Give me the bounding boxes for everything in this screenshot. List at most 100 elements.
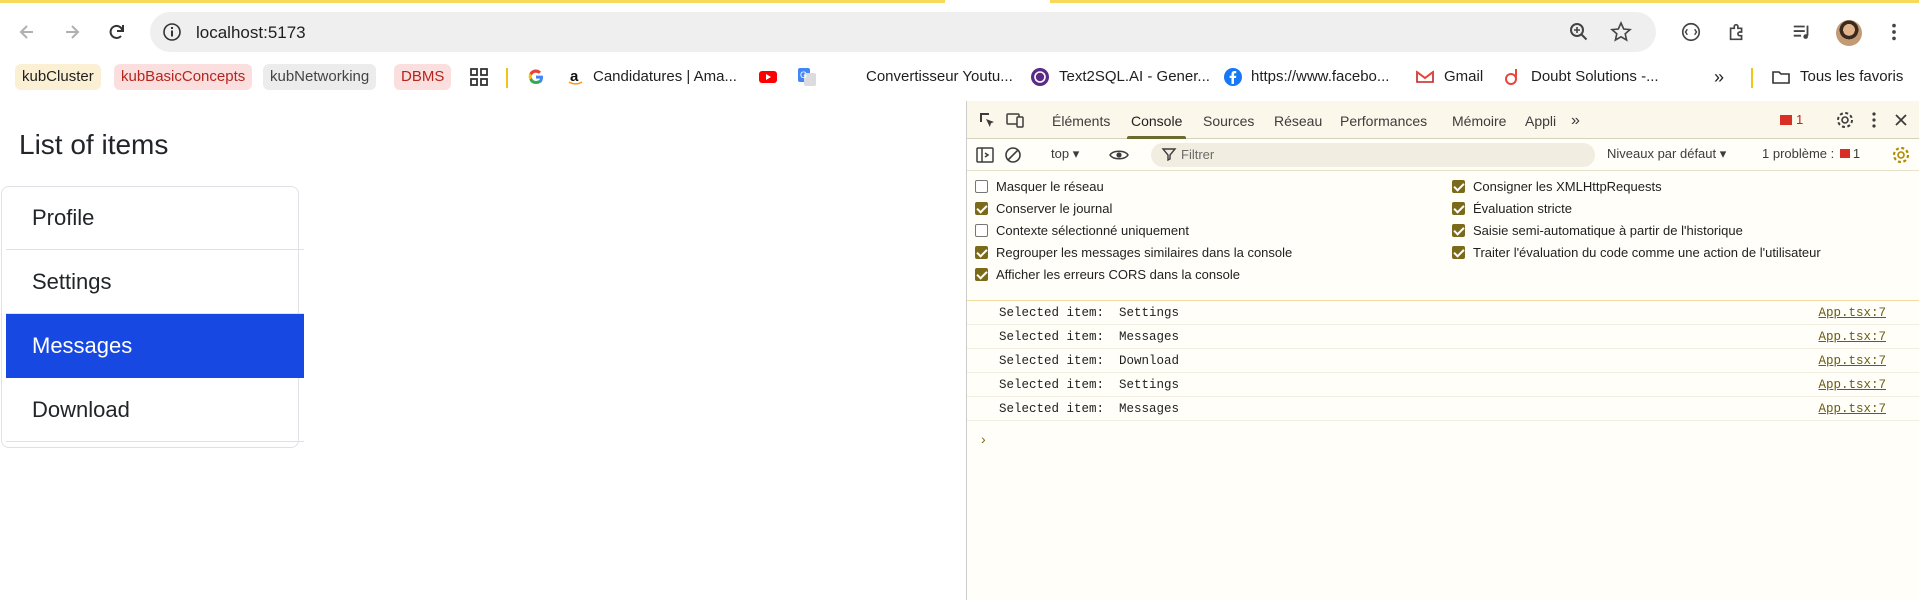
source-link[interactable]: App.tsx:7 xyxy=(1818,402,1886,416)
console-message: Selected item: Messages App.tsx:7 xyxy=(967,397,1919,421)
text2sql-icon[interactable] xyxy=(1030,67,1050,87)
option-label: Consigner les XMLHttpRequests xyxy=(1473,179,1662,194)
source-link[interactable]: App.tsx:7 xyxy=(1818,354,1886,368)
device-toolbar-icon[interactable] xyxy=(1005,110,1025,130)
source-link[interactable]: App.tsx:7 xyxy=(1818,330,1886,344)
live-expression-eye-icon[interactable] xyxy=(1109,145,1129,165)
media-control-icon[interactable] xyxy=(1790,20,1814,44)
tab-application[interactable]: Appli xyxy=(1525,101,1556,139)
console-message-text: Selected item: Download xyxy=(999,354,1180,368)
bookmark-gmail[interactable]: Gmail xyxy=(1444,64,1483,90)
google-icon[interactable] xyxy=(526,67,546,87)
inspect-element-icon[interactable] xyxy=(977,110,997,130)
page-content: List of items Profile Settings Messages … xyxy=(0,95,966,600)
console-log: Selected item: Settings App.tsx:7 Selecte… xyxy=(967,301,1919,447)
tab-console[interactable]: Console xyxy=(1126,101,1187,139)
source-link[interactable]: App.tsx:7 xyxy=(1818,306,1886,320)
list-item-download[interactable]: Download xyxy=(6,378,304,442)
bookmark-dbms[interactable]: DBMS xyxy=(394,64,452,90)
bookmark-candidatures[interactable]: Candidatures | Ama... xyxy=(593,64,737,90)
tab-memory[interactable]: Mémoire xyxy=(1452,101,1506,139)
apps-grid-icon[interactable] xyxy=(469,67,489,87)
bookmark-kubbasicconcepts[interactable]: kubBasicConcepts xyxy=(114,64,253,90)
problems-indicator[interactable]: 1 problème : 1 xyxy=(1762,146,1860,161)
checkbox[interactable] xyxy=(1452,224,1465,237)
doubt-solutions-icon[interactable] xyxy=(1503,67,1523,87)
issues-badge[interactable]: 1 xyxy=(1780,112,1803,127)
checkbox[interactable] xyxy=(975,246,988,259)
facebook-icon[interactable] xyxy=(1223,67,1243,87)
extension-icon[interactable] xyxy=(1679,20,1703,44)
bookmark-kubnetworking[interactable]: kubNetworking xyxy=(263,64,377,90)
option-label: Traiter l'évaluation du code comme une a… xyxy=(1473,245,1821,260)
sidebar-toggle-icon[interactable] xyxy=(975,145,995,165)
log-levels-dropdown[interactable]: Niveaux par défaut ▾ xyxy=(1607,146,1726,162)
more-tabs-icon[interactable]: » xyxy=(1571,101,1580,139)
console-filter-input[interactable]: Filtrer xyxy=(1151,143,1595,167)
forward-icon[interactable] xyxy=(57,17,87,47)
site-info-icon[interactable] xyxy=(160,20,184,44)
youtube-icon[interactable] xyxy=(758,67,778,87)
issues-count: 1 xyxy=(1796,112,1804,127)
tab-performance[interactable]: Performances xyxy=(1340,101,1427,139)
list-item-messages[interactable]: Messages xyxy=(6,314,304,378)
bookmark-facebook[interactable]: https://www.facebo... xyxy=(1251,64,1389,90)
context-value: top xyxy=(1051,146,1070,161)
puzzle-icon[interactable] xyxy=(1725,20,1749,44)
profile-avatar[interactable] xyxy=(1836,20,1862,46)
tab-elements[interactable]: Éléments xyxy=(1052,101,1110,139)
gmail-icon[interactable] xyxy=(1415,67,1435,87)
close-devtools-icon[interactable] xyxy=(1891,110,1911,130)
zoom-icon[interactable] xyxy=(1568,21,1590,43)
bookmark-convertisseur[interactable]: Convertisseur Youtu... xyxy=(866,64,1013,90)
option-label: Regrouper les messages similaires dans l… xyxy=(996,245,1293,260)
folder-icon[interactable] xyxy=(1771,67,1791,87)
google-translate-icon[interactable]: G xyxy=(797,67,817,87)
option-label: Masquer le réseau xyxy=(996,179,1104,194)
checkbox[interactable] xyxy=(975,202,988,215)
list-item-profile[interactable]: Profile xyxy=(6,186,304,250)
console-filter-bar: top ▾ Filtrer Niveaux par défaut ▾ 1 pro… xyxy=(967,139,1919,171)
checkbox[interactable] xyxy=(1452,246,1465,259)
checkbox[interactable] xyxy=(975,268,988,281)
checkbox[interactable] xyxy=(1452,180,1465,193)
bookmarks-bar: kubCluster kubBasicConcepts kubNetworkin… xyxy=(0,61,1919,95)
bookmark-text2sql[interactable]: Text2SQL.AI - Gener... xyxy=(1059,64,1210,90)
bookmark-kubcluster[interactable]: kubCluster xyxy=(15,64,101,90)
problems-count: 1 xyxy=(1852,146,1861,161)
menu-kebab-icon[interactable] xyxy=(1882,20,1906,44)
settings-gear-icon[interactable] xyxy=(1835,110,1855,130)
list-item-settings[interactable]: Settings xyxy=(6,250,304,314)
tab-network[interactable]: Réseau xyxy=(1274,101,1322,139)
clear-console-icon[interactable] xyxy=(1003,145,1023,165)
more-bookmarks-button[interactable]: » xyxy=(1714,64,1724,90)
log-levels-label: Niveaux par défaut xyxy=(1607,146,1717,161)
console-message-text: Selected item: Messages xyxy=(999,402,1180,416)
checkbox[interactable] xyxy=(975,180,988,193)
address-bar[interactable]: localhost:5173 xyxy=(150,12,1656,52)
context-selector[interactable]: top ▾ xyxy=(1051,146,1079,162)
back-icon[interactable] xyxy=(12,17,42,47)
bookmark-doubt-solutions[interactable]: Doubt Solutions -... xyxy=(1531,64,1659,90)
option-label: Conserver le journal xyxy=(996,201,1113,216)
console-prompt[interactable]: › xyxy=(981,431,986,447)
reload-icon[interactable] xyxy=(102,17,132,47)
console-message: Selected item: Settings App.tsx:7 xyxy=(967,373,1919,397)
bookmark-all-favorites[interactable]: Tous les favoris xyxy=(1800,64,1903,90)
bookmark-separator xyxy=(506,68,508,88)
checkbox[interactable] xyxy=(975,224,988,237)
console-settings-gear-icon[interactable] xyxy=(1891,145,1911,165)
console-settings-pane: Masquer le réseau Conserver le journal C… xyxy=(967,171,1919,301)
amazon-icon[interactable]: a xyxy=(566,67,586,87)
filter-placeholder: Filtrer xyxy=(1181,147,1215,162)
bookmark-star-icon[interactable] xyxy=(1610,21,1632,43)
svg-text:G: G xyxy=(800,70,807,80)
tab-sources[interactable]: Sources xyxy=(1203,101,1254,139)
devtools-menu-icon[interactable] xyxy=(1864,110,1884,130)
console-message: Selected item: Messages App.tsx:7 xyxy=(967,325,1919,349)
checkbox[interactable] xyxy=(1452,202,1465,215)
source-link[interactable]: App.tsx:7 xyxy=(1818,378,1886,392)
console-message: Selected item: Settings App.tsx:7 xyxy=(967,301,1919,325)
url-text[interactable]: localhost:5173 xyxy=(196,23,306,43)
browser-toolbar: localhost:5173 xyxy=(0,3,1919,61)
